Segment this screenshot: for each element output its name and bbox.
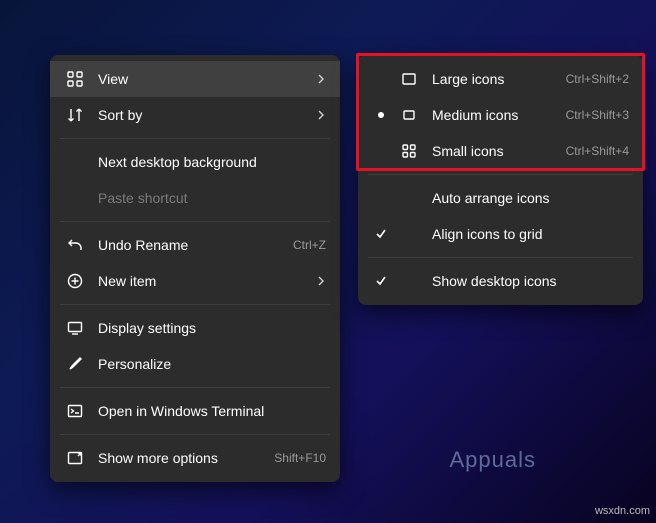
menu-item-label: Large icons (432, 71, 556, 87)
menu-item-label: Display settings (98, 320, 326, 336)
menu-item-next-background[interactable]: Next desktop background (50, 144, 340, 180)
menu-item-label: Undo Rename (98, 237, 283, 253)
menu-item-new[interactable]: New item (50, 263, 340, 299)
menu-item-show-more-options[interactable]: Show more options Shift+F10 (50, 440, 340, 476)
more-options-icon (64, 450, 86, 466)
submenu-item-align-to-grid[interactable]: Align icons to grid (358, 216, 643, 252)
check-indicator-checked (372, 275, 390, 287)
menu-item-label: Show more options (98, 450, 264, 466)
menu-item-personalize[interactable]: Personalize (50, 346, 340, 382)
chevron-right-icon (316, 110, 326, 120)
display-icon (64, 320, 86, 336)
menu-item-view[interactable]: View (50, 61, 340, 97)
menu-item-label: Next desktop background (98, 154, 326, 170)
menu-item-label: Open in Windows Terminal (98, 403, 326, 419)
chevron-right-icon (316, 276, 326, 286)
menu-item-open-terminal[interactable]: Open in Windows Terminal (50, 393, 340, 429)
check-indicator-checked (372, 228, 390, 240)
menu-item-label: Show desktop icons (432, 273, 629, 289)
menu-item-label: Sort by (98, 107, 306, 123)
menu-item-shortcut: Ctrl+Z (293, 238, 326, 252)
menu-item-shortcut: Ctrl+Shift+2 (566, 72, 629, 86)
submenu-item-small-icons[interactable]: Small icons Ctrl+Shift+4 (358, 133, 643, 169)
menu-item-label: Paste shortcut (98, 190, 326, 206)
menu-separator (60, 304, 330, 305)
paint-icon (64, 356, 86, 372)
menu-item-sort-by[interactable]: Sort by (50, 97, 340, 133)
menu-item-undo-rename[interactable]: Undo Rename Ctrl+Z (50, 227, 340, 263)
small-grid-icon (398, 143, 420, 159)
menu-separator (60, 434, 330, 435)
submenu-item-show-desktop-icons[interactable]: Show desktop icons (358, 263, 643, 299)
menu-item-label: New item (98, 273, 306, 289)
menu-item-shortcut: Shift+F10 (274, 451, 326, 465)
menu-item-shortcut: Ctrl+Shift+3 (566, 108, 629, 122)
menu-item-label: Medium icons (432, 107, 556, 123)
menu-separator (60, 138, 330, 139)
background-logo: Appuals (449, 447, 536, 473)
large-rect-icon (398, 71, 420, 87)
terminal-icon (64, 403, 86, 419)
menu-separator (60, 387, 330, 388)
menu-item-label: Personalize (98, 356, 326, 372)
chevron-right-icon (316, 74, 326, 84)
menu-separator (368, 174, 633, 175)
view-submenu: Large icons Ctrl+Shift+2 Medium icons Ct… (358, 55, 643, 305)
undo-icon (64, 237, 86, 253)
medium-rect-icon (398, 107, 420, 123)
submenu-item-medium-icons[interactable]: Medium icons Ctrl+Shift+3 (358, 97, 643, 133)
menu-separator (60, 221, 330, 222)
menu-item-label: View (98, 71, 306, 87)
menu-item-paste-shortcut: Paste shortcut (50, 180, 340, 216)
watermark-text: wsxdn.com (595, 505, 650, 517)
grid-icon (64, 71, 86, 87)
desktop-context-menu: View Sort by Next desktop background Pas… (50, 55, 340, 482)
menu-item-label: Auto arrange icons (432, 190, 629, 206)
plus-circle-icon (64, 273, 86, 289)
sort-icon (64, 107, 86, 123)
menu-item-display-settings[interactable]: Display settings (50, 310, 340, 346)
menu-item-shortcut: Ctrl+Shift+4 (566, 144, 629, 158)
menu-separator (368, 257, 633, 258)
submenu-item-auto-arrange[interactable]: Auto arrange icons (358, 180, 643, 216)
radio-indicator-selected (372, 111, 390, 119)
submenu-item-large-icons[interactable]: Large icons Ctrl+Shift+2 (358, 61, 643, 97)
menu-item-label: Small icons (432, 143, 556, 159)
menu-item-label: Align icons to grid (432, 226, 629, 242)
